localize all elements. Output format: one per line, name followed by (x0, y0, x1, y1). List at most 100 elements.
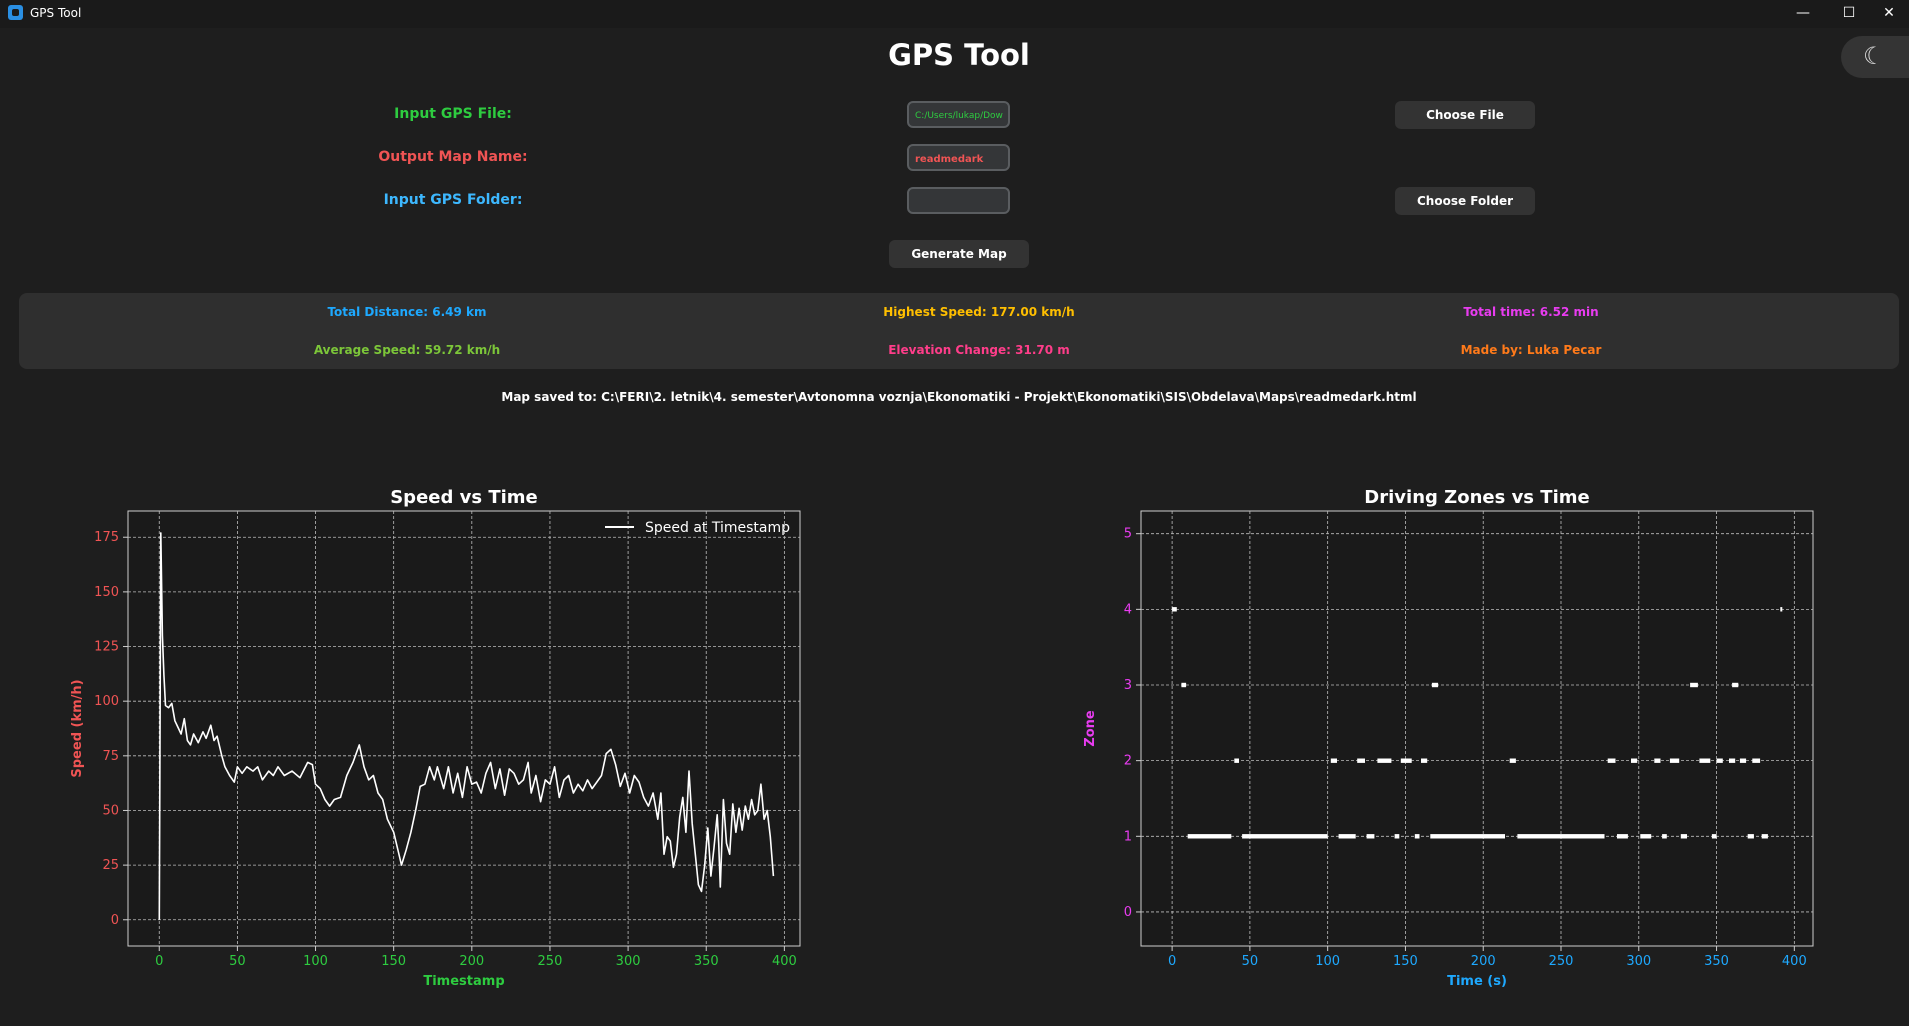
page-title: GPS Tool (888, 38, 1030, 72)
zone-segment (1187, 834, 1232, 839)
y-tick-label: 5 (1124, 527, 1132, 542)
close-icon[interactable]: ✕ (1866, 0, 1909, 28)
zone-segment (1690, 682, 1698, 688)
generate-map-button[interactable]: Generate Map (889, 240, 1029, 268)
driving-zones-vs-time-chart: 0 50 100 150 200 250 300 350 400 0 1 2 3 4 5 Driving Zo… (1083, 487, 1814, 989)
zone-segment (1716, 758, 1723, 763)
zone-segment (1729, 758, 1736, 763)
x-tick-label: 100 (1315, 954, 1340, 969)
total-distance-stat: Total Distance: 6.49 km (327, 305, 487, 319)
zone-segment (1517, 834, 1605, 839)
x-tick-label: 150 (381, 954, 406, 969)
zone-segment (1242, 834, 1328, 839)
x-tick-label: 300 (616, 954, 641, 969)
chart-title: Driving Zones vs Time (1364, 487, 1589, 508)
zone-segment (1330, 758, 1337, 763)
plot-area (127, 510, 801, 947)
zone-segment (1699, 758, 1711, 763)
x-tick-label: 50 (229, 954, 246, 969)
zone-segment (1172, 607, 1177, 612)
window-title: GPS Tool (30, 6, 82, 20)
choose-file-button[interactable]: Choose File (1395, 101, 1535, 129)
elevation-change-stat: Elevation Change: 31.70 m (888, 343, 1070, 357)
zone-segment (1617, 834, 1628, 839)
zone-segment (1662, 834, 1667, 839)
y-tick-label: 0 (111, 913, 119, 928)
y-tick-label: 125 (94, 640, 119, 655)
input-gps-file-field[interactable]: C:/Users/lukap/Dow (907, 101, 1010, 128)
map-saved-message: Map saved to: C:\FERI\2. letnik\4. semes… (501, 390, 1417, 404)
y-tick-label: 150 (94, 585, 119, 600)
y-tick-label: 4 (1124, 602, 1132, 617)
zone-segment (1732, 682, 1739, 688)
y-tick-label: 175 (94, 530, 119, 545)
average-speed-stat: Average Speed: 59.72 km/h (313, 343, 501, 357)
x-tick-label: 0 (155, 954, 163, 969)
y-axis-label: Speed (km/h) (70, 679, 85, 777)
x-tick-label: 400 (1782, 954, 1807, 969)
x-tick-label: 100 (303, 954, 328, 969)
legend-label: Speed at Timestamp (645, 520, 790, 536)
made-by-stat: Made by: Luka Pecar (1460, 343, 1602, 357)
y-tick-label: 75 (102, 749, 119, 764)
total-time-stat: Total time: 6.52 min (1463, 305, 1599, 319)
stats-panel: Total Distance: 6.49 km Highest Speed: 1… (19, 293, 1899, 369)
y-tick-label: 0 (1124, 905, 1132, 920)
zone-segment (1338, 834, 1356, 839)
zone-segment (1680, 834, 1687, 839)
zone-segment (1631, 758, 1638, 763)
zone-segment (1654, 758, 1661, 763)
input-gps-file-label: Input GPS File: (394, 106, 512, 122)
highest-speed-stat: Highest Speed: 177.00 km/h (883, 305, 1075, 319)
x-tick-label: 400 (772, 954, 797, 969)
x-tick-label: 250 (1549, 954, 1574, 969)
y-axis-label: Zone (1083, 710, 1098, 747)
y-tick-label: 50 (102, 803, 119, 818)
zone-segment (1431, 682, 1439, 688)
zone-segment (1752, 758, 1761, 763)
x-tick-label: 200 (459, 954, 484, 969)
window-titlebar: GPS Tool — ☐ ✕ (0, 0, 1909, 28)
zone-segment (1761, 834, 1768, 839)
y-tick-label: 25 (102, 858, 119, 873)
x-tick-label: 150 (1393, 954, 1418, 969)
x-tick-label: 250 (538, 954, 563, 969)
speed-vs-time-chart: 0 50 100 150 200 250 300 350 400 0 25 50 75 100 125 150… (70, 487, 801, 989)
chart-title: Speed vs Time (390, 487, 538, 508)
plot-area (1140, 510, 1814, 947)
zone-segment (1607, 758, 1616, 763)
zone-segment (1400, 758, 1412, 763)
x-tick-label: 200 (1471, 954, 1496, 969)
zone-segment (1747, 834, 1754, 839)
x-tick-label: 350 (694, 954, 719, 969)
output-map-name-label: Output Map Name: (378, 149, 528, 165)
y-tick-label: 2 (1124, 754, 1132, 769)
zone-segment (1377, 758, 1392, 763)
zone-segment (1366, 834, 1375, 839)
x-tick-label: 0 (1168, 954, 1176, 969)
zone-segment (1234, 758, 1239, 763)
output-map-name-field[interactable]: readmedark (907, 144, 1010, 171)
zone-segment (1669, 758, 1680, 763)
x-tick-label: 50 (1242, 954, 1259, 969)
app-icon (8, 5, 23, 20)
zone-segment (1394, 834, 1400, 839)
x-tick-label: 350 (1704, 954, 1729, 969)
choose-folder-button[interactable]: Choose Folder (1395, 187, 1535, 215)
zone-segment (1181, 682, 1187, 688)
zone-segment (1421, 758, 1428, 763)
zone-segment (1414, 834, 1420, 839)
minimize-icon[interactable]: — (1780, 0, 1826, 28)
zone-segment (1640, 834, 1652, 839)
zone-segment (1739, 758, 1747, 763)
x-tick-label: 300 (1626, 954, 1651, 969)
zone-segment (1430, 834, 1505, 839)
zone-segment (1711, 834, 1717, 839)
y-tick-label: 100 (94, 694, 119, 709)
input-gps-folder-field[interactable] (907, 187, 1010, 214)
x-axis-label: Time (s) (1447, 974, 1507, 989)
y-tick-label: 3 (1124, 678, 1132, 693)
input-gps-folder-label: Input GPS Folder: (383, 192, 523, 208)
y-tick-label: 1 (1124, 829, 1132, 844)
zone-segment (1509, 758, 1516, 763)
